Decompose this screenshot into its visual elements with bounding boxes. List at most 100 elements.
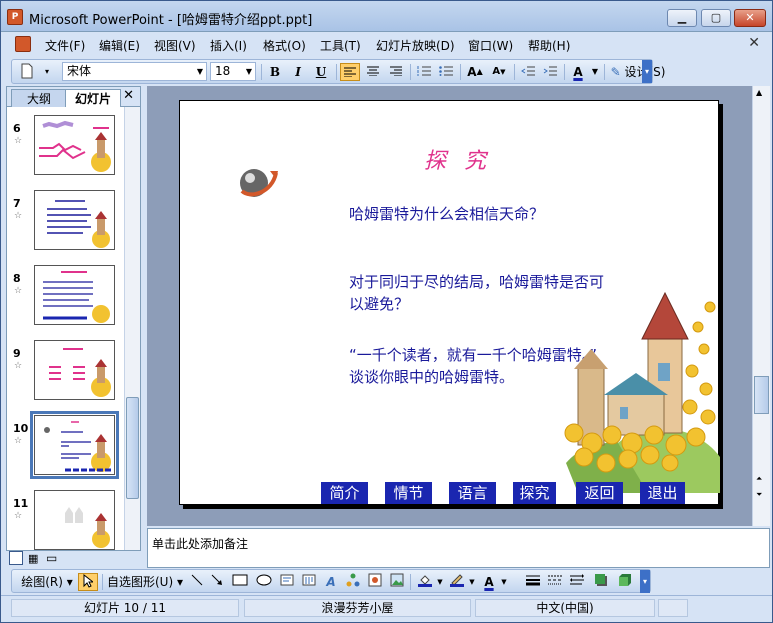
dash-style-icon[interactable] xyxy=(546,573,564,591)
rectangle-icon[interactable] xyxy=(230,573,250,591)
menu-slideshow[interactable]: 幻灯片放映(D) xyxy=(376,37,455,54)
globe-arrow-icon xyxy=(240,169,278,197)
scroll-up-icon[interactable]: ▲ xyxy=(756,88,762,97)
chevron-down-icon[interactable]: ▼ xyxy=(500,573,508,591)
minimize-button[interactable]: ▁ xyxy=(667,9,697,27)
nav-button-plot[interactable]: 情节 xyxy=(385,482,432,504)
slides-scrollbar[interactable] xyxy=(124,107,140,550)
menu-insert[interactable]: 插入(I) xyxy=(210,37,247,54)
document-close-icon[interactable]: ✕ xyxy=(748,35,760,51)
slide-thumbnail-7[interactable]: 7 ☆ xyxy=(7,186,124,256)
tab-outline[interactable]: 大纲 xyxy=(11,89,67,107)
document-icon[interactable] xyxy=(15,36,31,52)
separator xyxy=(410,574,411,590)
powerpoint-window: P Microsoft PowerPoint - [哈姆雷特介绍ppt.ppt]… xyxy=(0,0,773,623)
design-button[interactable]: ✎ 设计(S) xyxy=(608,63,668,81)
bullet-list-icon[interactable] xyxy=(436,63,456,81)
normal-view-icon[interactable] xyxy=(9,551,23,565)
insert-picture-icon[interactable] xyxy=(388,573,406,591)
increase-indent-icon[interactable] xyxy=(540,63,560,81)
powerpoint-icon[interactable]: P xyxy=(7,9,23,25)
font-color-icon[interactable]: A xyxy=(480,573,498,591)
status-panel xyxy=(658,599,688,617)
tab-slides[interactable]: 幻灯片 xyxy=(65,89,121,107)
scrollbar-thumb[interactable] xyxy=(754,376,769,414)
next-slide-icon[interactable]: ⏷ xyxy=(756,490,762,500)
font-size-combo[interactable]: 18 ▼ xyxy=(210,62,256,81)
wordart-icon[interactable]: A xyxy=(322,573,340,591)
chevron-down-icon[interactable]: ▼ xyxy=(243,63,255,80)
question-1[interactable]: 哈姆雷特为什么会相信天命？ xyxy=(349,203,544,225)
clipart-icon[interactable] xyxy=(366,573,384,591)
numbered-list-icon[interactable] xyxy=(414,63,434,81)
align-left-icon[interactable] xyxy=(340,63,360,81)
text-box-icon[interactable] xyxy=(278,573,296,591)
menu-format[interactable]: 格式(O) xyxy=(263,37,306,54)
select-pointer-icon[interactable] xyxy=(78,573,98,591)
animation-star-icon: ☆ xyxy=(14,136,23,146)
notes-placeholder: 单击此处添加备注 xyxy=(152,537,249,551)
nav-button-explore[interactable]: 探究 xyxy=(513,482,556,504)
slide-thumbnail-10[interactable]: 10 ☆ xyxy=(7,411,124,481)
decrease-font-icon[interactable]: A▼ xyxy=(488,63,510,81)
nav-button-language[interactable]: 语言 xyxy=(449,482,496,504)
menu-file[interactable]: 文件(F) xyxy=(45,37,85,54)
chevron-down-icon[interactable]: ▼ xyxy=(436,573,444,591)
question-3-line-2[interactable]: 谈谈你眼中的哈姆雷特。 xyxy=(349,366,514,388)
italic-button[interactable]: I xyxy=(288,63,308,81)
font-color-icon[interactable]: A xyxy=(568,63,588,81)
chevron-down-icon[interactable]: ▼ xyxy=(468,573,476,591)
arrow-style-icon[interactable] xyxy=(568,573,586,591)
slide-thumbnail-6[interactable]: 6 ☆ xyxy=(7,111,124,181)
slide-thumbnail-11[interactable]: 11 ☆ xyxy=(7,486,124,550)
arrow-icon[interactable] xyxy=(208,573,226,591)
menu-edit[interactable]: 编辑(E) xyxy=(99,37,140,54)
autoshapes-button[interactable]: 自选图形(U) ▾ xyxy=(106,573,184,591)
fill-color-icon[interactable] xyxy=(416,573,434,591)
toolbar-overflow-icon[interactable]: ▾ xyxy=(640,570,650,593)
vertical-text-box-icon[interactable] xyxy=(300,573,318,591)
font-name-value: 宋体 xyxy=(67,64,92,78)
nav-button-intro[interactable]: 简介 xyxy=(321,482,368,504)
menu-tools[interactable]: 工具(T) xyxy=(320,37,361,54)
pane-close-icon[interactable]: ✕ xyxy=(123,88,134,103)
align-center-icon[interactable] xyxy=(363,63,383,81)
chevron-down-icon[interactable]: ▼ xyxy=(194,63,206,80)
shadow-style-icon[interactable] xyxy=(592,573,610,591)
scrollbar-thumb[interactable] xyxy=(126,397,139,499)
nav-button-back[interactable]: 返回 xyxy=(576,482,623,504)
line-color-icon[interactable] xyxy=(448,573,466,591)
draw-menu-button[interactable]: 绘图(R) ▾ xyxy=(18,573,76,591)
slideshow-icon[interactable]: ▭ xyxy=(46,551,57,565)
toolbar-overflow-icon[interactable]: ▾ xyxy=(642,60,652,83)
line-icon[interactable] xyxy=(188,573,206,591)
underline-button[interactable]: U xyxy=(311,63,331,81)
slide-sorter-icon[interactable]: ▦ xyxy=(28,552,38,565)
menu-view[interactable]: 视图(V) xyxy=(154,37,196,54)
oval-icon[interactable] xyxy=(254,573,274,591)
3d-style-icon[interactable] xyxy=(616,573,634,591)
decrease-indent-icon[interactable] xyxy=(518,63,538,81)
slide-title[interactable]: 探究 xyxy=(424,143,504,175)
close-button[interactable]: ✕ xyxy=(734,9,766,27)
align-right-icon[interactable] xyxy=(386,63,406,81)
menu-window[interactable]: 窗口(W) xyxy=(468,37,513,54)
increase-font-icon[interactable]: A▲ xyxy=(464,63,486,81)
font-name-combo[interactable]: 宋体 ▼ xyxy=(62,62,207,81)
slide-thumbnail-9[interactable]: 9 ☆ xyxy=(7,336,124,406)
toolbar-options-icon[interactable]: ▾ xyxy=(42,63,52,81)
notes-pane[interactable]: 单击此处添加备注 xyxy=(147,528,770,568)
diagram-icon[interactable] xyxy=(344,573,362,591)
question-2-line-2[interactable]: 以避免？ xyxy=(349,293,409,315)
maximize-button[interactable]: ▢ xyxy=(701,9,731,27)
menu-help[interactable]: 帮助(H) xyxy=(528,37,570,54)
new-file-icon[interactable] xyxy=(16,63,38,81)
editor-scrollbar[interactable]: ▲ ⏶ ⏷ xyxy=(752,86,770,526)
nav-button-exit[interactable]: 退出 xyxy=(640,482,685,504)
slide-canvas[interactable]: 探究 哈姆雷特为什么会相信天命？ 对于同归于尽的结局，哈姆雷特是否可 以避免？ … xyxy=(179,100,720,505)
chevron-down-icon[interactable]: ▼ xyxy=(590,63,600,81)
line-style-icon[interactable] xyxy=(524,573,542,591)
bold-button[interactable]: B xyxy=(265,63,285,81)
slide-thumbnail-8[interactable]: 8 ☆ xyxy=(7,261,124,331)
previous-slide-icon[interactable]: ⏶ xyxy=(756,474,762,484)
